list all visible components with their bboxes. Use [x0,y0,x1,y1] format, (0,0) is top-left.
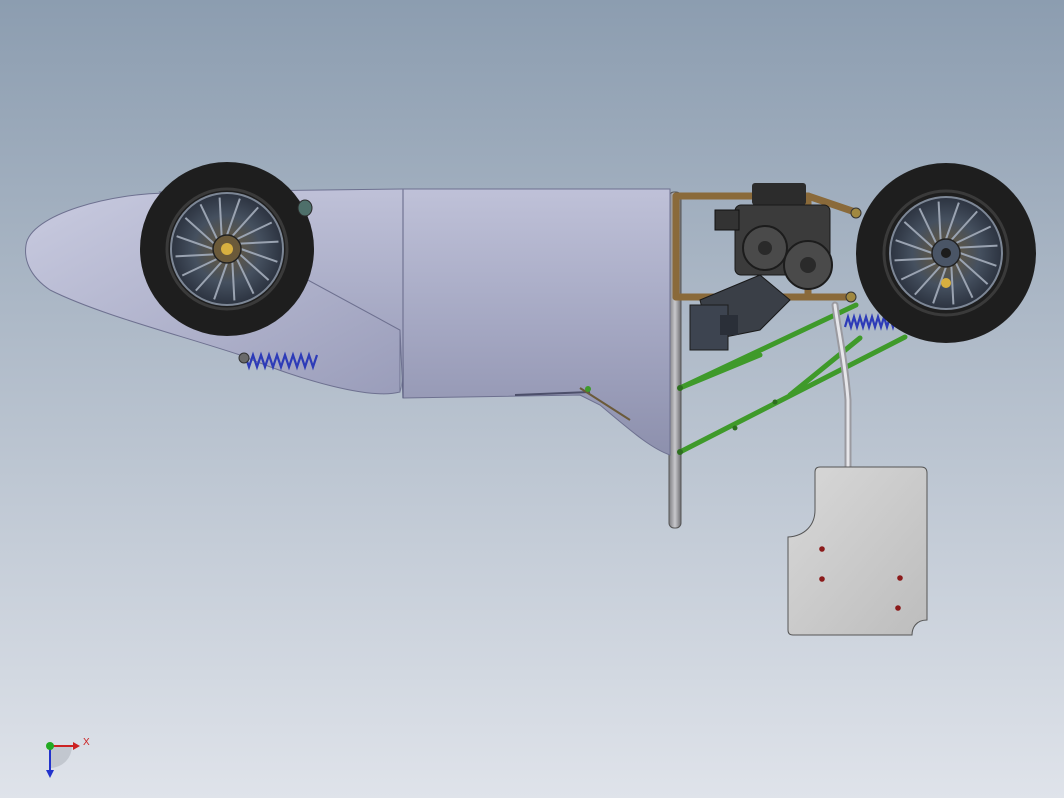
x-axis-label: X [83,737,90,748]
front-upright-detail [297,199,313,217]
viewport-background [0,0,1064,798]
cad-graphics-viewport[interactable]: X [0,0,1064,798]
cad-scene[interactable]: X [0,0,1064,798]
y-axis-dot [46,742,54,750]
front-wheel[interactable] [140,162,314,336]
rear-wheel[interactable] [856,163,1036,343]
